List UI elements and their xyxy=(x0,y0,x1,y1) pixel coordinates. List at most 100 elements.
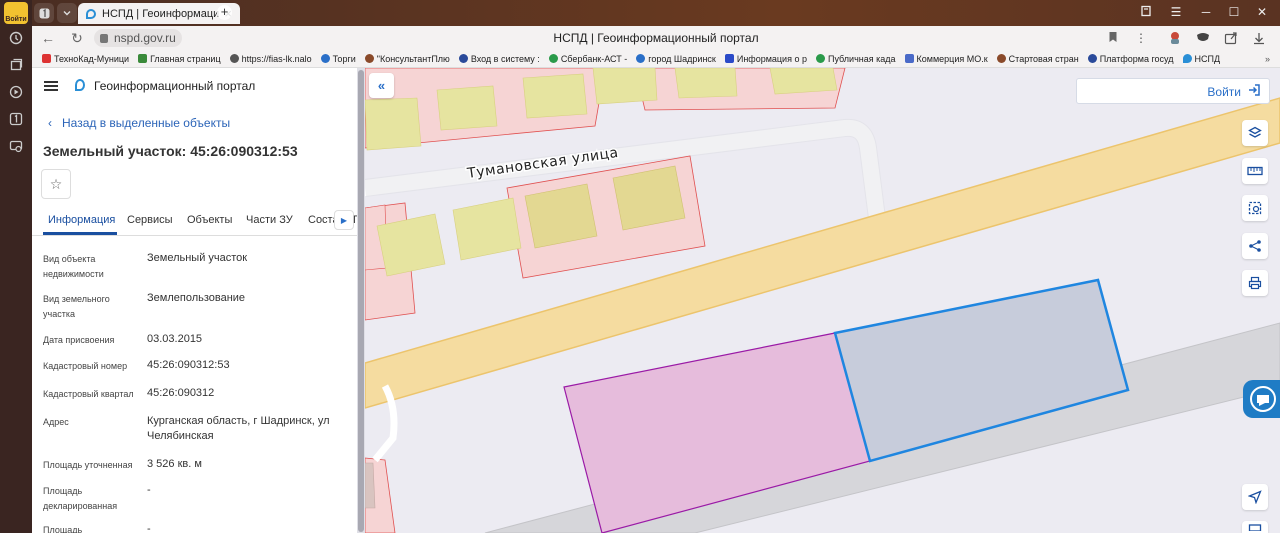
minimize-icon[interactable]: ─ xyxy=(1198,5,1214,19)
layers-tool-button[interactable] xyxy=(1242,120,1268,146)
attr-label: Площадь декларированная xyxy=(43,486,118,511)
bookmark-favicon-icon xyxy=(458,54,468,63)
bookmark-item[interactable]: Платформа госуд xyxy=(1087,54,1174,64)
select-area-tool-button[interactable] xyxy=(1242,195,1268,221)
more-menu-icon[interactable]: ⋮ xyxy=(1134,31,1148,45)
portal-logo-icon xyxy=(75,79,85,91)
select-area-icon xyxy=(1248,201,1262,215)
attr-label: Вид земельного участка xyxy=(43,294,110,319)
bookmark-item[interactable]: Стартовая стран xyxy=(996,54,1079,64)
message-icon xyxy=(1248,524,1262,531)
page-title: НСПД | Геоинформационный портал xyxy=(553,31,759,45)
nspd-favicon-icon xyxy=(86,8,96,19)
bookmark-favicon-icon xyxy=(320,54,330,63)
printer-icon xyxy=(1248,276,1262,290)
panel-scrollbar[interactable] xyxy=(357,68,365,533)
bookmark-favicon-icon xyxy=(904,54,914,63)
attr-label: Дата присвоения xyxy=(43,335,115,345)
map-canvas[interactable]: Тумановская улица xyxy=(365,68,1280,533)
bookmark-favicon-icon xyxy=(138,54,148,63)
navigate-tool-button[interactable] xyxy=(1242,484,1268,510)
tab-services[interactable]: Сервисы xyxy=(127,214,173,226)
bookmark-item[interactable]: НСПД xyxy=(1182,54,1220,64)
attr-value: - xyxy=(147,484,151,496)
attr-label: Кадастровый квартал xyxy=(43,389,134,399)
history-icon[interactable] xyxy=(8,30,24,46)
bookmarks-overflow-icon[interactable]: » xyxy=(1265,54,1270,64)
tab-information[interactable]: Информация xyxy=(48,214,115,226)
measure-tool-button[interactable] xyxy=(1242,158,1268,184)
bookmark-item[interactable]: Публичная када xyxy=(815,54,896,64)
double-chevron-left-icon: « xyxy=(377,78,386,93)
pinned-tab[interactable] xyxy=(34,3,54,23)
bookmark-item[interactable]: город Шадринск xyxy=(636,54,716,64)
message-tool-button[interactable] xyxy=(1242,521,1268,533)
bookmark-item[interactable]: Торги xyxy=(320,54,356,64)
bookmark-favicon-icon xyxy=(364,54,374,63)
tab-parts[interactable]: Части ЗУ xyxy=(246,214,293,226)
bookmarks-bar: ТехноКад-Муници Главная страниц https://… xyxy=(32,50,1280,68)
object-title: Земельный участок: 45:26:090312:53 xyxy=(43,143,298,159)
tab-title: НСПД | Геоинформаци xyxy=(102,7,220,20)
share-icon xyxy=(1249,240,1261,252)
star-icon: ☆ xyxy=(49,175,63,192)
bookmark-item[interactable]: https://fias-lk.nalo xyxy=(229,54,312,64)
attr-label: Адрес xyxy=(43,417,69,427)
collapse-panel-button[interactable]: « xyxy=(369,73,394,98)
bookmark-item[interactable]: Информация о р xyxy=(724,54,807,64)
account-badge[interactable]: Войти xyxy=(4,2,28,24)
attr-label: Кадастровый номер xyxy=(43,361,128,371)
bookmark-favicon-icon xyxy=(548,54,558,63)
chevron-left-icon: ‹ xyxy=(48,116,52,130)
navigation-arrow-icon xyxy=(1248,490,1262,504)
maximize-icon[interactable]: ☐ xyxy=(1226,5,1242,19)
collections-window-icon[interactable] xyxy=(1138,5,1154,20)
login-box: Войти xyxy=(1076,78,1270,104)
active-tab-indicator xyxy=(43,232,117,235)
bookmark-favicon-icon xyxy=(996,54,1006,63)
favorite-star-button[interactable]: ☆ xyxy=(41,169,71,199)
extension-icon[interactable] xyxy=(1168,31,1182,45)
tab-objects[interactable]: Объекты xyxy=(187,214,232,226)
share-tab-icon[interactable] xyxy=(1224,31,1238,45)
login-button[interactable]: Войти xyxy=(1207,83,1261,100)
print-tool-button[interactable] xyxy=(1242,270,1268,296)
bookmark-favicon-icon xyxy=(815,54,825,63)
attr-value: 45:26:090312 xyxy=(147,387,215,399)
layers-icon xyxy=(1248,126,1262,138)
share-tool-button[interactable] xyxy=(1242,233,1268,259)
login-arrow-icon xyxy=(1247,83,1261,100)
bookmark-item[interactable]: Сбербанк-АСТ - xyxy=(548,54,627,64)
bookmark-item[interactable]: Главная страниц xyxy=(138,54,221,64)
tabs-scroll-right-button[interactable]: ▶ xyxy=(334,210,354,230)
collections-icon[interactable] xyxy=(8,57,24,73)
assistant-button[interactable] xyxy=(1243,380,1280,418)
bookmark-item[interactable]: Коммерция МО.к xyxy=(904,54,988,64)
map-graphics: Тумановская улица xyxy=(365,68,1280,533)
bookmark-favicon-icon xyxy=(42,54,51,63)
attr-value: 45:26:090312:53 xyxy=(147,359,230,371)
close-window-icon[interactable]: ✕ xyxy=(1254,5,1270,19)
attr-label: Вид объекта недвижимости xyxy=(43,254,104,279)
bookmark-icon[interactable] xyxy=(1106,31,1120,45)
scrollbar-thumb[interactable] xyxy=(358,70,364,532)
assistant-icon xyxy=(1250,386,1276,412)
bookmark-item[interactable]: ТехноКад-Муници xyxy=(42,54,129,64)
attr-value: Землепользование xyxy=(147,292,246,304)
active-tab[interactable]: НСПД | Геоинформаци × xyxy=(78,3,240,24)
back-to-selected-link[interactable]: ‹ Назад в выделенные объекты xyxy=(48,116,230,130)
tabs-dropdown-icon[interactable] xyxy=(57,3,77,23)
menu-icon[interactable]: ☰ xyxy=(1168,5,1184,19)
new-tab-button[interactable]: + xyxy=(217,5,232,20)
hamburger-menu-icon[interactable] xyxy=(44,81,58,91)
attr-value: Курганская область, г Шадринск, ул Челяб… xyxy=(147,415,330,442)
pinned-number-icon[interactable] xyxy=(8,111,24,127)
shield-ext-icon[interactable] xyxy=(1196,31,1210,45)
download-icon[interactable] xyxy=(1252,31,1266,45)
bookmark-item[interactable]: Вход в систему : xyxy=(458,54,540,64)
play-icon[interactable] xyxy=(8,84,24,100)
object-info-panel: Геоинформационный портал ‹ Назад в выдел… xyxy=(32,68,357,533)
attr-label: Площадь xyxy=(43,525,83,533)
screenshot-icon[interactable] xyxy=(8,138,24,154)
bookmark-item[interactable]: "КонсультантПлю xyxy=(364,54,450,64)
